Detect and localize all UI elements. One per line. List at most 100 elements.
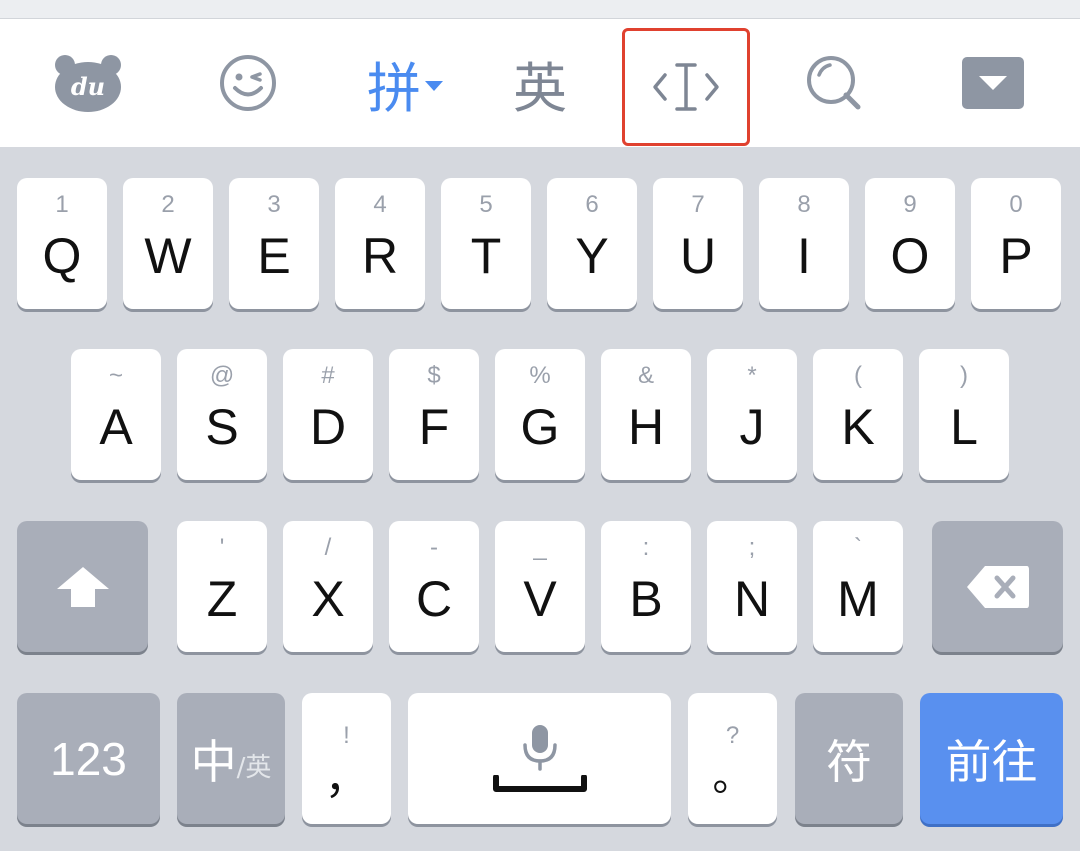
key-label: I	[797, 228, 811, 284]
key-hint: &	[637, 362, 654, 389]
key-hint: '	[219, 534, 225, 561]
key-d[interactable]: # D	[283, 349, 373, 480]
key-label: K	[841, 399, 875, 455]
du-logo-icon: du	[54, 55, 121, 112]
key-z[interactable]: ' Z	[177, 521, 267, 652]
svg-text:du: du	[70, 72, 104, 101]
pinyin-mode-button[interactable]: 拼	[345, 19, 465, 147]
key-hint: (	[854, 362, 862, 389]
key-hint: 1	[55, 191, 69, 218]
top-divider	[0, 0, 1080, 19]
key-p[interactable]: 0P	[971, 178, 1061, 309]
numbers-key-label: 123	[50, 732, 127, 785]
space-bar-icon	[493, 775, 587, 792]
key-hint: ~	[108, 362, 123, 389]
key-q[interactable]: 1Q	[17, 178, 107, 309]
caret-down-icon	[425, 81, 443, 91]
key-hint: 9	[903, 191, 917, 218]
key-k[interactable]: (K	[813, 349, 903, 480]
backspace-key[interactable]	[932, 521, 1063, 652]
key-label: D	[309, 399, 347, 455]
key-j[interactable]: * J	[707, 349, 797, 480]
comma-key[interactable]: ! ，	[302, 693, 391, 824]
key-b[interactable]: :B	[601, 521, 691, 652]
key-w[interactable]: 2W	[123, 178, 213, 309]
key-label: V	[523, 571, 557, 627]
go-key[interactable]: 前往	[920, 693, 1063, 824]
key-label: F	[418, 399, 450, 455]
key-e[interactable]: 3E	[229, 178, 319, 309]
hide-keyboard-icon	[961, 57, 1024, 109]
key-hint: #	[321, 362, 335, 389]
comma-key-hint: !	[343, 722, 350, 749]
period-key[interactable]: ? 。	[688, 693, 777, 824]
microphone-icon	[523, 725, 557, 771]
du-logo-button[interactable]: du	[30, 19, 145, 147]
key-g[interactable]: % G	[495, 349, 585, 480]
key-n[interactable]: ; N	[707, 521, 797, 652]
key-label: N	[733, 571, 771, 627]
key-s[interactable]: @ S	[177, 349, 267, 480]
key-m[interactable]: ` M	[813, 521, 903, 652]
key-l[interactable]: ) L	[919, 349, 1009, 480]
english-label: 英	[513, 56, 567, 120]
key-hint: 2	[161, 191, 175, 218]
key-a[interactable]: ~ A	[71, 349, 161, 480]
key-label: Y	[575, 228, 609, 284]
symbols-key[interactable]: 符	[795, 693, 903, 824]
key-label: A	[99, 399, 133, 455]
key-y[interactable]: 6Y	[547, 178, 637, 309]
key-hint: 3	[267, 191, 281, 218]
key-hint: )	[960, 362, 968, 389]
key-c[interactable]: -C	[389, 521, 479, 652]
chinese-english-switch-key[interactable]: 中/英	[177, 693, 285, 824]
key-hint: 0	[1009, 191, 1023, 218]
key-label: L	[950, 399, 978, 455]
space-key[interactable]	[408, 693, 671, 824]
key-i[interactable]: 8I	[759, 178, 849, 309]
key-hint: 6	[585, 191, 599, 218]
key-hint: ;	[748, 534, 756, 561]
key-label: R	[361, 228, 399, 284]
key-label: U	[679, 228, 717, 284]
key-label: H	[627, 399, 665, 455]
key-t[interactable]: 5T	[441, 178, 531, 309]
key-hint: :	[642, 534, 650, 561]
cursor-move-icon	[653, 63, 719, 111]
emoji-button[interactable]	[190, 19, 305, 147]
key-label: X	[311, 571, 345, 627]
key-x[interactable]: / X	[283, 521, 373, 652]
key-v[interactable]: _ V	[495, 521, 585, 652]
key-label: T	[470, 228, 502, 284]
period-key-hint: ?	[725, 722, 740, 749]
backspace-icon	[966, 565, 1029, 608]
key-h[interactable]: & H	[601, 349, 691, 480]
english-sub-label: /英	[236, 753, 272, 783]
key-o[interactable]: 9O	[865, 178, 955, 309]
emoji-icon	[219, 55, 276, 111]
key-label: E	[257, 228, 291, 284]
key-hint: _	[533, 534, 547, 561]
key-hint: 8	[797, 191, 811, 218]
key-label: Z	[206, 571, 238, 627]
key-label: J	[739, 399, 765, 455]
hide-keyboard-button[interactable]	[935, 19, 1050, 147]
english-mode-button[interactable]: 英	[480, 19, 600, 147]
key-hint: @	[209, 362, 235, 389]
cursor-move-button[interactable]	[622, 28, 750, 146]
chinese-label: 中	[190, 734, 237, 789]
numbers-key[interactable]: 123	[17, 693, 160, 824]
keyboard-toolbar: du 拼 英	[0, 19, 1080, 147]
key-label: S	[205, 399, 239, 455]
key-hint: -	[430, 534, 438, 561]
key-hint: 5	[479, 191, 493, 218]
key-u[interactable]: 7U	[653, 178, 743, 309]
key-f[interactable]: $ F	[389, 349, 479, 480]
key-hint: 4	[373, 191, 387, 218]
key-label: W	[144, 228, 192, 284]
key-label: Q	[42, 228, 82, 284]
key-r[interactable]: 4R	[335, 178, 425, 309]
key-label: B	[629, 571, 663, 627]
search-button[interactable]	[775, 19, 893, 147]
shift-key[interactable]	[17, 521, 148, 652]
